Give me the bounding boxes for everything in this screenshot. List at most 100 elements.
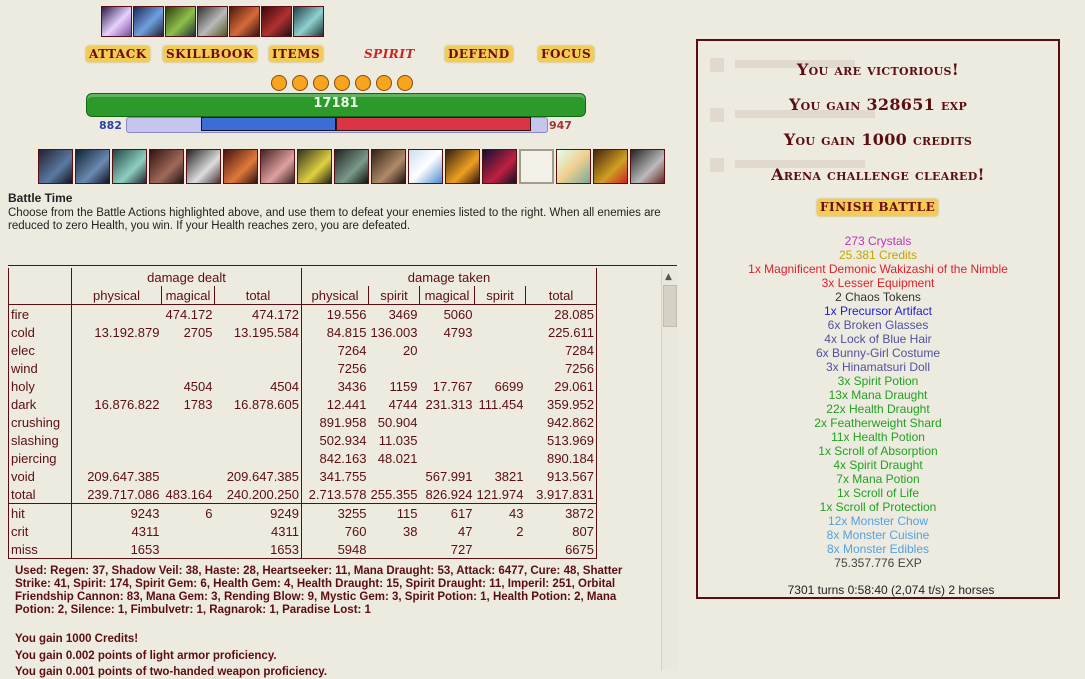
- table-cell: [71, 304, 162, 323]
- table-cell: 4744: [388, 396, 418, 412]
- table-cell: 826.924: [425, 486, 473, 502]
- menu-attack[interactable]: ATTACK: [86, 46, 150, 62]
- col-header: physical: [71, 286, 162, 305]
- drop-item: 1x Scroll of Absorption: [818, 444, 938, 458]
- table-cell: [475, 341, 526, 359]
- table-row: elec 7264 20 7284: [8, 341, 597, 359]
- table-cell: 6675: [525, 540, 597, 559]
- effect-icon: [133, 6, 164, 37]
- table-cell: 4504: [183, 378, 213, 394]
- arena-cleared-text: Arena challenge cleared!: [771, 165, 985, 184]
- table-cell: [474, 540, 526, 559]
- table-row: fire 474.172 474.172 19.556 3469 5060 28.085: [8, 304, 597, 323]
- table-cell: 38: [403, 523, 418, 539]
- table-cell: 760: [301, 522, 369, 540]
- skill-slot-icon[interactable]: [482, 149, 517, 184]
- menu-skillbook[interactable]: SKILLBOOK: [163, 46, 257, 62]
- table-cell: [215, 341, 302, 359]
- table-cell: [369, 467, 420, 485]
- skill-slot-icon[interactable]: [186, 149, 221, 184]
- menu-spirit[interactable]: SPIRIT: [361, 46, 418, 62]
- table-cell: 16.878.605: [233, 396, 299, 412]
- finish-battle-button[interactable]: FINISH BATTLE: [817, 199, 939, 216]
- table-cell: [215, 413, 302, 431]
- log-scrollbar[interactable]: ▲: [661, 268, 677, 671]
- skill-slot-icon[interactable]: [149, 149, 184, 184]
- table-row: dark 16.876.822 1783 16.878.605 12.441 4744 23…: [8, 395, 597, 413]
- skill-slot-icon[interactable]: [593, 149, 628, 184]
- drop-item: 6x Broken Glasses: [827, 318, 929, 332]
- skill-slot-icon[interactable]: [334, 149, 369, 184]
- table-row: void 209.647.385 209.647.385 341.755 567.991…: [8, 467, 597, 485]
- table-cell: 1159: [389, 378, 418, 394]
- table-cell: 84.815: [301, 323, 369, 341]
- table-cell: 5060: [419, 304, 475, 323]
- table-cell: 474.172: [214, 304, 302, 323]
- table-cell: 359.952: [525, 395, 597, 413]
- table-cell: [71, 431, 162, 449]
- row-label: dark: [8, 395, 72, 413]
- table-cell: 9249: [214, 503, 302, 522]
- table-cell: [420, 449, 475, 467]
- menu-defend[interactable]: DEFEND: [445, 46, 513, 62]
- skill-slot-icon[interactable]: [223, 149, 258, 184]
- table-row: holy 4504 4504 3436 1159 17.767 6699 29.061: [8, 377, 597, 395]
- table-cell: 255.355: [370, 486, 418, 502]
- skill-slot-icon[interactable]: [371, 149, 406, 184]
- skill-slot-icon[interactable]: [297, 149, 332, 184]
- skill-slot-icon[interactable]: [112, 149, 147, 184]
- table-cell: 890.184: [525, 449, 597, 467]
- skill-slot-icon[interactable]: [445, 149, 480, 184]
- menu-items[interactable]: ITEMS: [269, 46, 324, 62]
- table-cell: [162, 449, 215, 467]
- skill-slot-icon[interactable]: [630, 149, 665, 184]
- table-cell: [475, 413, 526, 431]
- col-header: total: [525, 286, 597, 305]
- col-header: spirit: [368, 286, 420, 305]
- log-divider: [8, 265, 677, 266]
- menu-focus[interactable]: FOCUS: [538, 46, 595, 62]
- table-cell: 3821: [494, 468, 524, 484]
- effect-icon: [293, 6, 324, 37]
- drop-item: 273 Crystals: [844, 234, 912, 248]
- drop-item: 7x Mana Potion: [836, 472, 920, 486]
- skill-slot-icon[interactable]: [75, 149, 110, 184]
- col-header: physical: [301, 286, 369, 305]
- row-label: fire: [8, 304, 72, 323]
- log-proficiency-cut: You gain 0.001 points of two-handed weap…: [15, 666, 328, 678]
- skill-slot-icon[interactable]: [38, 149, 73, 184]
- table-cell: 6: [161, 503, 215, 522]
- row-label: miss: [8, 540, 72, 559]
- table-cell: 9243: [71, 503, 162, 522]
- table-cell: [161, 540, 215, 559]
- table-cell: [162, 431, 215, 449]
- charge-orb: [355, 75, 371, 91]
- exp-gain-text: You gain 328651 exp: [788, 95, 968, 114]
- table-cell: [71, 413, 162, 431]
- skill-slot-icon[interactable]: [260, 149, 295, 184]
- table-cell: 474.172: [161, 304, 215, 323]
- stat-row: miss 1653 1653 5948 727 6675: [8, 540, 597, 559]
- table-cell: 5948: [301, 540, 369, 559]
- effect-icon: [229, 6, 260, 37]
- table-cell: 4311: [71, 522, 162, 540]
- drop-item: 6x Bunny-Girl Costume: [815, 346, 941, 360]
- table-cell: 942.862: [525, 413, 597, 431]
- table-cell: 567.991: [425, 468, 473, 484]
- effect-icon: [197, 6, 228, 37]
- table-cell: 3872: [525, 503, 597, 522]
- drop-item: 11x Health Potion: [831, 430, 925, 444]
- table-cell: 19.556: [301, 304, 369, 323]
- health-value: 17181: [313, 96, 359, 111]
- table-cell: 48.021: [377, 450, 418, 466]
- skill-slot-icon[interactable]: [556, 149, 591, 184]
- skill-slot-icon[interactable]: [408, 149, 443, 184]
- scroll-up-icon[interactable]: ▲: [665, 272, 672, 282]
- col-header: magical: [419, 286, 475, 305]
- table-cell: 2.713.578: [301, 485, 369, 504]
- scroll-thumb[interactable]: [663, 285, 677, 327]
- col-header: magical: [161, 286, 215, 305]
- table-cell: 29.061: [525, 377, 597, 395]
- drop-item: 4x Lock of Blue Hair: [824, 332, 932, 346]
- empty-skill-slot[interactable]: [519, 149, 554, 184]
